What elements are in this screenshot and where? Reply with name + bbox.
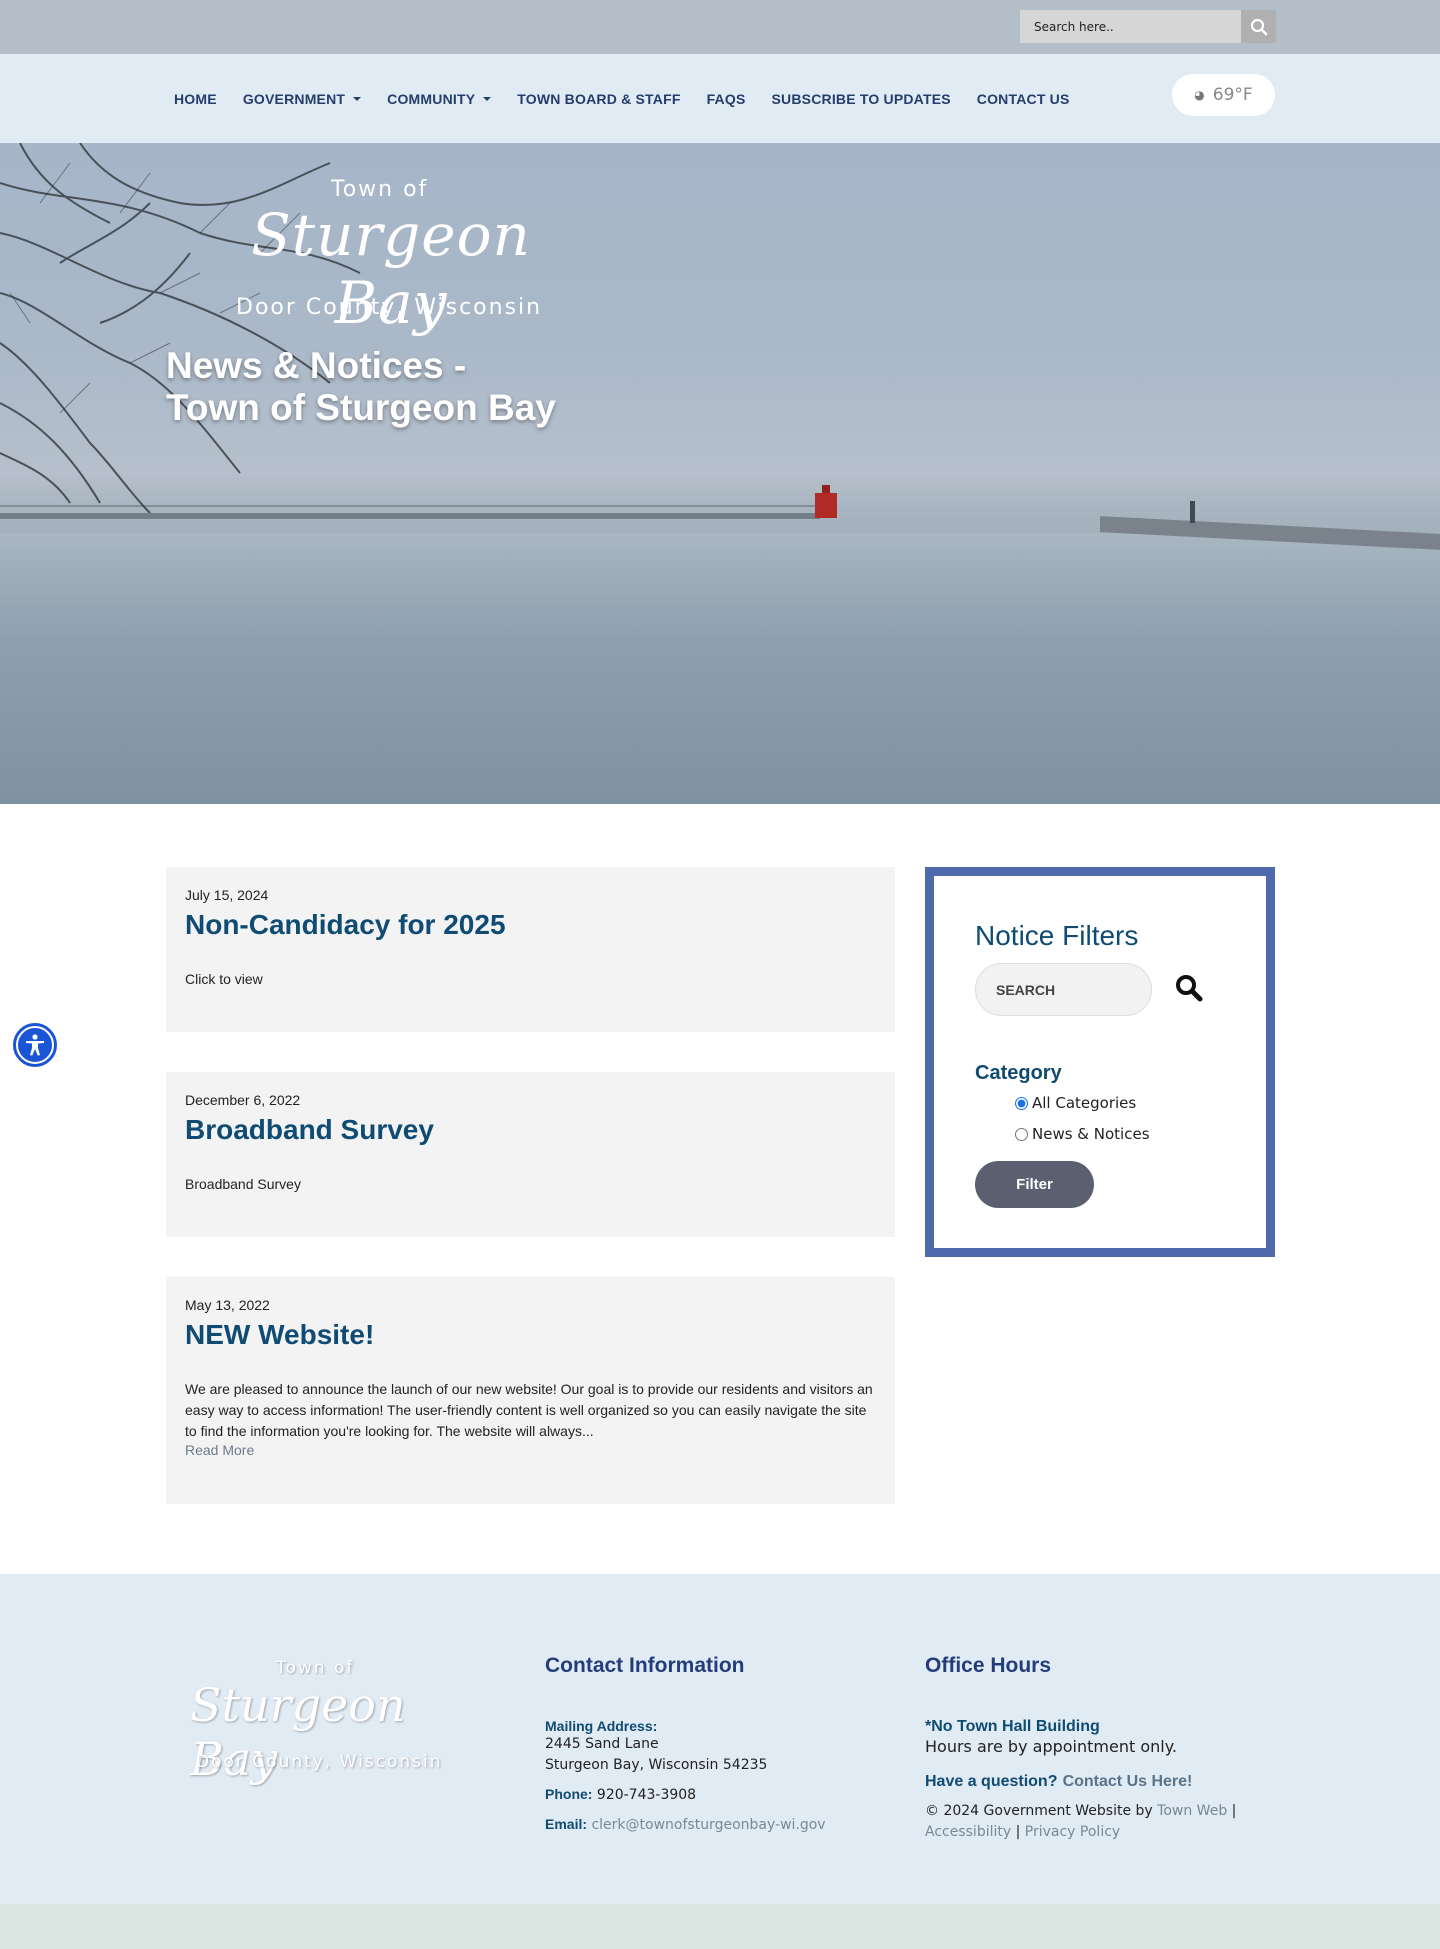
footer-logo[interactable]: Town of Sturgeon Bay Door County, Wiscon… (186, 1658, 456, 1786)
weather-icon: ◕ (1194, 88, 1205, 102)
nav-subscribe[interactable]: SUBSCRIBE TO UPDATES (772, 91, 951, 107)
no-town-hall-notice: *No Town Hall Building (925, 1718, 1100, 1735)
hero-pier (0, 513, 820, 519)
site-search-button[interactable] (1241, 10, 1276, 43)
post-card: July 15, 2024 Non-Candidacy for 2025 Cli… (166, 867, 895, 1032)
hero-water (0, 533, 1440, 804)
phone-row: Phone: 920-743-3908 (545, 1784, 826, 1806)
post-excerpt: We are pleased to announce the launch of… (185, 1381, 873, 1439)
accessibility-ring (16, 1026, 54, 1064)
site-search-input[interactable] (1020, 10, 1241, 43)
address-line2: Sturgeon Bay, Wisconsin 54235 (545, 1757, 768, 1773)
caret-down-icon (483, 96, 492, 101)
nav-home[interactable]: HOME (174, 91, 217, 107)
post-title-link[interactable]: Non-Candidacy for 2025 (185, 909, 876, 941)
category-option-news[interactable]: News & Notices (1015, 1125, 1150, 1143)
address-line1: 2445 Sand Lane (545, 1736, 659, 1752)
post-card: December 6, 2022 Broadband Survey Broadb… (166, 1072, 895, 1237)
nav-label: COMMUNITY (387, 90, 476, 107)
copyright-row: © 2024 Government Website by Town Web | … (925, 1801, 1236, 1843)
question-row: Have a question? Contact Us Here! (925, 1771, 1236, 1791)
logo-county-text: Door County, Wisconsin (236, 295, 543, 320)
nav-label: TOWN BOARD & STAFF (517, 90, 681, 107)
post-date: May 13, 2022 (185, 1297, 270, 1313)
search-icon (1250, 18, 1267, 35)
footer-logo-county: Door County, Wisconsin (196, 1752, 443, 1772)
hero-banner: Town of Sturgeon Bay Door County, Wiscon… (0, 143, 1440, 804)
email-link[interactable]: clerk@townofsturgeonbay-wi.gov (591, 1817, 825, 1833)
nav-faqs[interactable]: FAQS (707, 91, 746, 107)
footer-logo-town: Town of (276, 1658, 355, 1678)
filters-title: Notice Filters (975, 920, 1139, 951)
post-card: May 13, 2022 NEW Website! We are pleased… (166, 1277, 895, 1504)
page-title: News & Notices - Town of Sturgeon Bay (166, 345, 556, 429)
post-title-link[interactable]: NEW Website! (185, 1319, 876, 1351)
filter-search-input[interactable] (975, 963, 1152, 1016)
post-excerpt: Broadband Survey (185, 1176, 301, 1192)
category-option-all[interactable]: All Categories (1015, 1094, 1136, 1112)
question-label: Have a question? (925, 1773, 1058, 1790)
top-bar (0, 0, 1440, 54)
site-search (1020, 10, 1276, 43)
privacy-policy-link[interactable]: Privacy Policy (1025, 1824, 1120, 1840)
weather-widget: ◕ 69°F (1172, 74, 1275, 116)
town-web-link[interactable]: Town Web (1157, 1803, 1227, 1819)
nav-label: HOME (174, 90, 217, 107)
search-icon[interactable] (1174, 973, 1204, 1003)
nav-label: GOVERNMENT (242, 90, 346, 107)
lighthouse (815, 493, 837, 518)
phone-number: 920-743-3908 (596, 1787, 697, 1803)
phone-label: Phone: (545, 1786, 593, 1802)
footer-bottom-bar (0, 1904, 1440, 1949)
nav-label: SUBSCRIBE TO UPDATES (771, 90, 951, 107)
email-row: Email: clerk@townofsturgeonbay-wi.gov (545, 1814, 826, 1836)
page-title-line2: Town of Sturgeon Bay (166, 387, 556, 428)
beacon (1190, 501, 1195, 523)
notice-filters-panel: Notice Filters Category All Categories N… (925, 867, 1275, 1257)
main-navigation: HOME GOVERNMENT COMMUNITY TOWN BOARD & S… (0, 54, 1440, 143)
post-date: July 15, 2024 (185, 887, 269, 903)
temperature: 69°F (1212, 85, 1253, 105)
accessibility-link[interactable]: Accessibility (925, 1824, 1011, 1840)
caret-down-icon (353, 96, 362, 101)
separator: | (1015, 1824, 1021, 1840)
accessibility-button[interactable] (13, 1023, 57, 1067)
separator: | (1231, 1803, 1237, 1819)
hours-heading: Office Hours (925, 1654, 1052, 1677)
category-label: Category (975, 1062, 1062, 1084)
read-more-link[interactable]: Read More (185, 1442, 876, 1458)
office-hours: Office Hours *No Town Hall Building Hour… (925, 1654, 1236, 1843)
radio-all-categories[interactable] (1015, 1096, 1028, 1110)
logo-town-text: Town of (331, 177, 429, 202)
nav-menu: HOME GOVERNMENT COMMUNITY TOWN BOARD & S… (174, 54, 1096, 143)
post-date: December 6, 2022 (185, 1092, 301, 1108)
contact-us-link[interactable]: Contact Us Here! (1063, 1773, 1193, 1790)
contact-information: Contact Information Mailing Address: 244… (545, 1654, 826, 1836)
contact-heading: Contact Information (545, 1654, 745, 1677)
footer: Town of Sturgeon Bay Door County, Wiscon… (0, 1574, 1440, 1904)
radio-label: All Categories (1032, 1094, 1137, 1112)
filter-button[interactable]: Filter (975, 1161, 1094, 1208)
nav-contact-us[interactable]: CONTACT US (977, 91, 1070, 107)
post-excerpt: Click to view (185, 971, 263, 987)
radio-news-notices[interactable] (1015, 1127, 1028, 1141)
mailing-address-label: Mailing Address: (545, 1718, 658, 1734)
post-title-link[interactable]: Broadband Survey (185, 1114, 876, 1146)
town-logo[interactable]: Town of Sturgeon Bay Door County, Wiscon… (216, 177, 556, 337)
nav-label: CONTACT US (976, 90, 1070, 107)
nav-town-board-staff[interactable]: TOWN BOARD & STAFF (517, 91, 680, 107)
accessibility-person-icon (26, 1034, 44, 1056)
email-label: Email: (545, 1816, 588, 1832)
radio-label: News & Notices (1032, 1125, 1150, 1143)
nav-government[interactable]: GOVERNMENT (242, 90, 362, 107)
copyright-text: © 2024 Government Website by (925, 1803, 1153, 1819)
nav-label: FAQS (706, 90, 746, 107)
hours-text: Hours are by appointment only. (925, 1737, 1177, 1756)
page-title-line1: News & Notices - (166, 345, 467, 386)
nav-community[interactable]: COMMUNITY (387, 90, 492, 107)
